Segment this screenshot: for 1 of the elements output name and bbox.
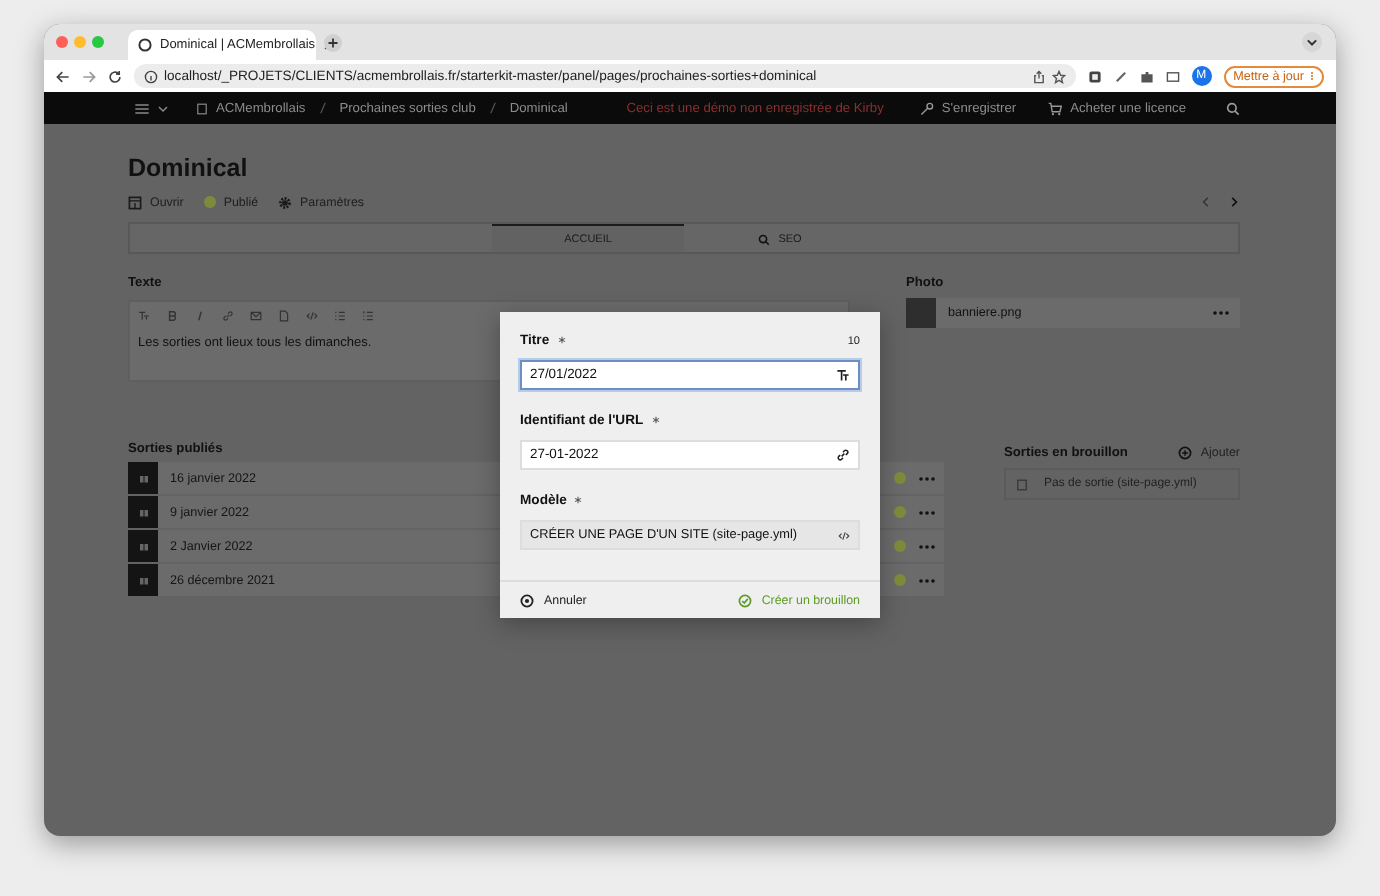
page-title: Dominical bbox=[128, 154, 250, 182]
